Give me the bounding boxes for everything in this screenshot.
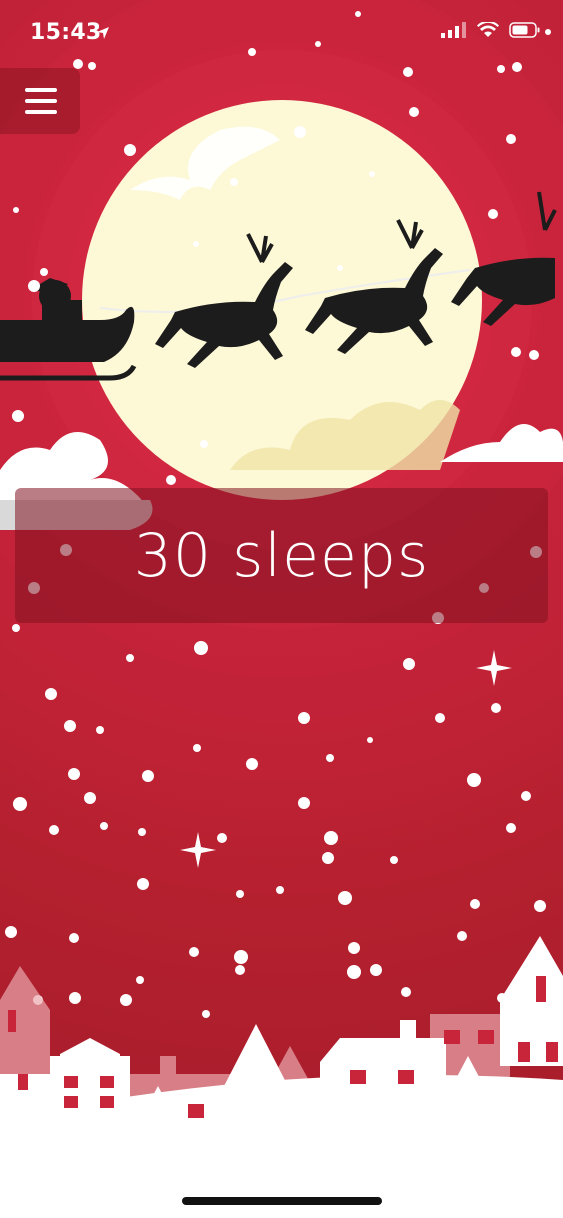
sparkle-star [180, 832, 216, 868]
sparkle-star [476, 650, 512, 686]
app-screen: 15:43 30 sleeps [0, 0, 563, 1218]
countdown-label: 30 sleeps [133, 520, 430, 591]
location-arrow-icon [97, 27, 109, 39]
status-bar: 15:43 [0, 0, 563, 70]
home-indicator[interactable] [182, 1197, 382, 1205]
countdown-panel: 30 sleeps [15, 488, 548, 623]
village-front [0, 936, 563, 1218]
menu-button[interactable] [0, 68, 80, 134]
battery-icon [509, 22, 540, 38]
wifi-icon [477, 22, 499, 37]
status-time: 15:43 [30, 20, 102, 45]
signal-icon [441, 22, 466, 38]
cloud-right [440, 424, 563, 462]
